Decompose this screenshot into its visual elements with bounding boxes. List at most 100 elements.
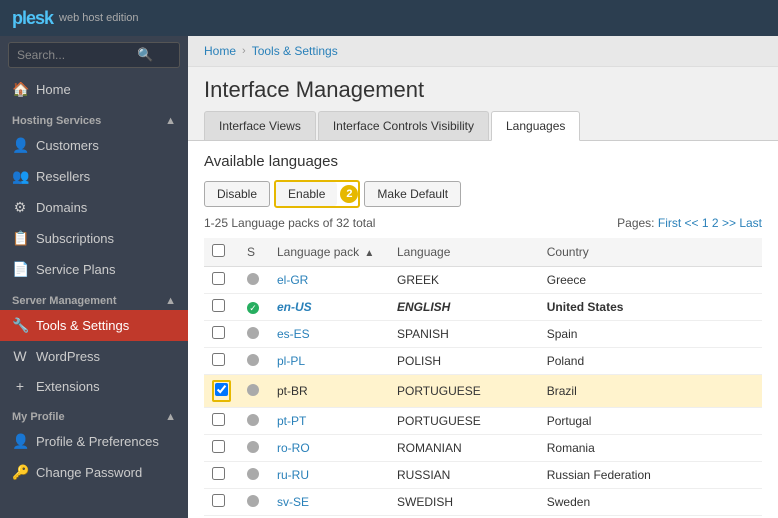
- content-area: Home › Tools & Settings Interface Manage…: [188, 36, 778, 518]
- sidebar-item-profile-preferences-label: Profile & Preferences: [36, 434, 159, 449]
- row-language-cell: ROMANIAN: [389, 435, 509, 462]
- main-layout: 🔍 🏠 Home Hosting Services ▲ 👤 Customers …: [0, 36, 778, 518]
- sidebar-item-domains[interactable]: ⚙ Domains: [0, 192, 188, 223]
- enable-button[interactable]: Enable: [276, 182, 337, 206]
- sidebar-item-resellers[interactable]: 👥 Resellers: [0, 161, 188, 192]
- tab-languages[interactable]: Languages: [491, 111, 580, 141]
- col-header-check: [204, 238, 239, 267]
- langpack-link[interactable]: ru-RU: [277, 468, 309, 482]
- table-row: pt-BRPORTUGUESEBrazil: [204, 375, 762, 408]
- row-langpack-cell: el-GR: [269, 267, 389, 294]
- enable-button-wrap: Enable 2: [274, 180, 360, 208]
- sidebar-item-wordpress-label: WordPress: [36, 349, 100, 364]
- row-status-cell: [239, 408, 269, 435]
- sidebar-item-customers[interactable]: 👤 Customers: [0, 130, 188, 161]
- action-toolbar: Disable Enable 2 Make Default: [204, 180, 762, 208]
- select-all-checkbox[interactable]: [212, 244, 225, 257]
- row-checkbox-pl-PL[interactable]: [212, 353, 225, 366]
- sort-icon: ▲: [364, 248, 374, 259]
- my-profile-arrow: ▲: [165, 411, 176, 423]
- sidebar-item-home[interactable]: 🏠 Home: [0, 74, 188, 105]
- pagination-1[interactable]: 1: [702, 216, 709, 230]
- row-status-cell: [239, 321, 269, 348]
- table-row: sv-SESWEDISHSweden: [204, 489, 762, 516]
- sidebar-item-home-label: Home: [36, 82, 71, 97]
- col-header-language: Language: [389, 238, 509, 267]
- col-header-country: Country: [539, 238, 762, 267]
- row-status-cell: [239, 462, 269, 489]
- pagination-next-next[interactable]: >>: [722, 216, 736, 230]
- sidebar-section-hosting-services[interactable]: Hosting Services ▲: [0, 105, 188, 130]
- search-box[interactable]: 🔍: [8, 42, 180, 68]
- section-title: Available languages: [204, 153, 762, 170]
- row-empty-cell: [509, 294, 539, 321]
- langpack-link[interactable]: pl-PL: [277, 354, 305, 368]
- pagination-prev-prev[interactable]: <<: [685, 216, 699, 230]
- make-default-button[interactable]: Make Default: [364, 181, 461, 207]
- row-checkbox-ro-RO[interactable]: [212, 440, 225, 453]
- sidebar-item-wordpress[interactable]: W WordPress: [0, 341, 188, 371]
- breadcrumb-section[interactable]: Tools & Settings: [252, 44, 338, 58]
- row-empty-cell: [509, 489, 539, 516]
- row-langpack-cell: pt-BR: [269, 375, 389, 408]
- row-checkbox-pt-PT[interactable]: [212, 413, 225, 426]
- my-profile-label: My Profile: [12, 411, 65, 423]
- sidebar-item-subscriptions[interactable]: 📋 Subscriptions: [0, 223, 188, 254]
- breadcrumb: Home › Tools & Settings: [188, 36, 778, 67]
- breadcrumb-home[interactable]: Home: [204, 44, 236, 58]
- langpack-link[interactable]: en-US: [277, 300, 312, 314]
- row-checkbox-el-GR[interactable]: [212, 272, 225, 285]
- row-country-cell: Poland: [539, 348, 762, 375]
- tab-interface-views[interactable]: Interface Views: [204, 111, 316, 140]
- status-gray-icon: [247, 441, 259, 453]
- wordpress-icon: W: [12, 348, 28, 364]
- pagination-last[interactable]: Last: [739, 216, 762, 230]
- tab-interface-controls[interactable]: Interface Controls Visibility: [318, 111, 489, 140]
- sidebar-section-server-management[interactable]: Server Management ▲: [0, 285, 188, 310]
- row-status-cell: [239, 267, 269, 294]
- disable-button[interactable]: Disable: [204, 181, 270, 207]
- row-checkbox-ru-RU[interactable]: [212, 467, 225, 480]
- langpack-link[interactable]: pt-PT: [277, 414, 306, 428]
- sidebar-item-subscriptions-label: Subscriptions: [36, 231, 114, 246]
- pagination-top-info: 1-25 Language packs of 32 total: [204, 216, 375, 230]
- row-langpack-cell: ro-RO: [269, 435, 389, 462]
- resellers-icon: 👥: [12, 168, 28, 185]
- row-empty-cell: [509, 462, 539, 489]
- sidebar-item-service-plans[interactable]: 📄 Service Plans: [0, 254, 188, 285]
- sidebar-item-extensions[interactable]: + Extensions: [0, 371, 188, 401]
- tabs: Interface Views Interface Controls Visib…: [188, 111, 778, 141]
- plesk-edition: web host edition: [59, 12, 139, 24]
- sidebar-item-profile-preferences[interactable]: 👤 Profile & Preferences: [0, 426, 188, 457]
- row-checkbox-sv-SE[interactable]: [212, 494, 225, 507]
- row-checkbox-es-ES[interactable]: [212, 326, 225, 339]
- pagination-2[interactable]: 2: [712, 216, 719, 230]
- content-inner: Available languages Disable Enable 2 Mak…: [188, 141, 778, 518]
- hosting-services-label: Hosting Services: [12, 115, 101, 127]
- col-header-s: S: [239, 238, 269, 267]
- table-row: es-ESSPANISHSpain: [204, 321, 762, 348]
- langpack-link[interactable]: el-GR: [277, 273, 308, 287]
- row-checkbox-cell: [204, 321, 239, 348]
- col-header-empty: [509, 238, 539, 267]
- subscriptions-icon: 📋: [12, 230, 28, 247]
- pagination-first[interactable]: First: [658, 216, 681, 230]
- langpack-link[interactable]: ro-RO: [277, 441, 310, 455]
- row-checkbox-pt-BR[interactable]: [215, 383, 228, 396]
- langpack-link[interactable]: pt-BR: [277, 384, 308, 398]
- row-country-cell: Portugal: [539, 408, 762, 435]
- row-status-cell: [239, 489, 269, 516]
- col-header-langpack[interactable]: Language pack ▲: [269, 238, 389, 267]
- sidebar: 🔍 🏠 Home Hosting Services ▲ 👤 Customers …: [0, 36, 188, 518]
- sidebar-section-my-profile[interactable]: My Profile ▲: [0, 401, 188, 426]
- sidebar-item-change-password[interactable]: 🔑 Change Password: [0, 457, 188, 488]
- search-input[interactable]: [17, 48, 137, 62]
- status-gray-icon: [247, 354, 259, 366]
- langpack-link[interactable]: es-ES: [277, 327, 310, 341]
- sidebar-item-tools-settings[interactable]: 🔧 Tools & Settings: [0, 310, 188, 341]
- hosting-services-arrow: ▲: [165, 115, 176, 127]
- row-checkbox-cell: [204, 267, 239, 294]
- row-checkbox-en-US[interactable]: [212, 299, 225, 312]
- row-langpack-cell: es-ES: [269, 321, 389, 348]
- langpack-link[interactable]: sv-SE: [277, 495, 309, 509]
